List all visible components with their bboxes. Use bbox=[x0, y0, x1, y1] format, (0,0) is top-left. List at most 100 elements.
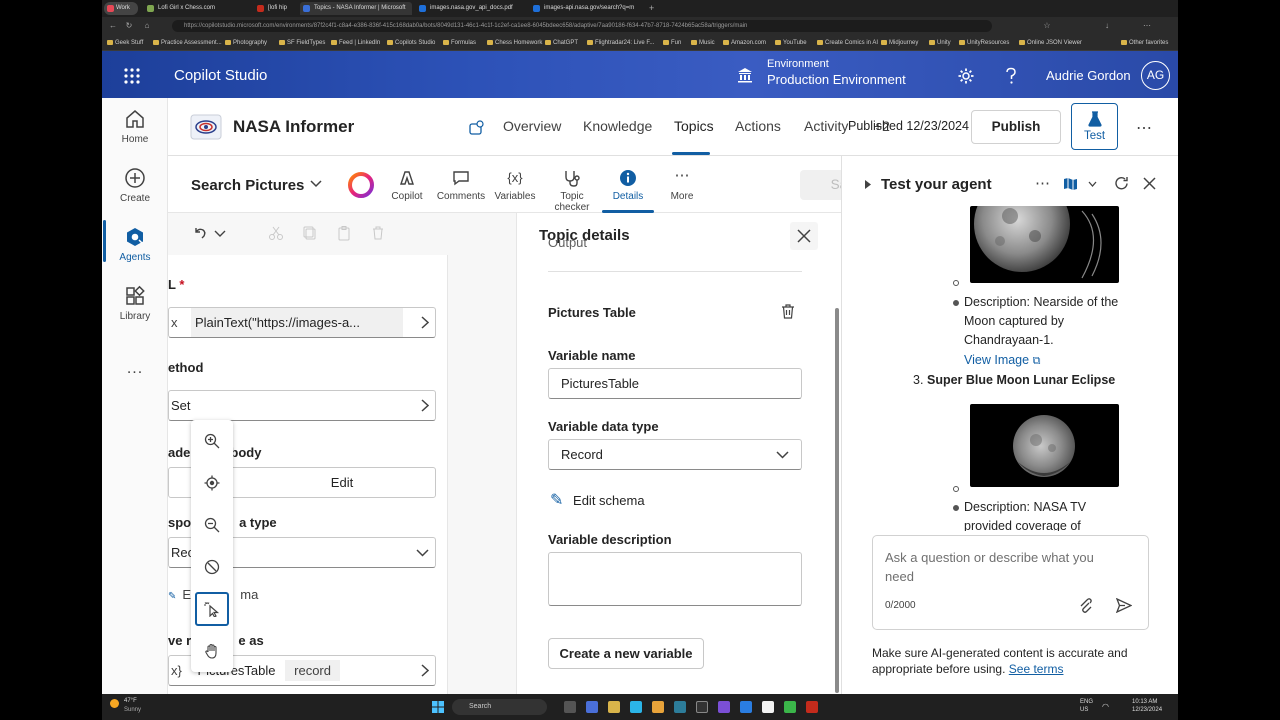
zoom-in-button[interactable] bbox=[195, 424, 229, 458]
more-options-icon[interactable]: ⋯ bbox=[1035, 174, 1050, 192]
variables-button[interactable]: {x} Variables bbox=[487, 168, 543, 202]
topic-checker-button[interactable]: Topic checker bbox=[544, 168, 600, 213]
see-terms-link[interactable]: See terms bbox=[1009, 662, 1064, 676]
chat-transcript[interactable]: Description: Nearside of the Moon captur… bbox=[862, 206, 1172, 531]
bookmark[interactable]: Fun bbox=[662, 38, 681, 48]
rail-item-home[interactable]: Home bbox=[102, 108, 168, 164]
browser-tab-active[interactable]: Topics - NASA Informer | Microsoft bbox=[300, 2, 412, 15]
input-language[interactable]: ENG bbox=[1080, 699, 1093, 705]
windows-start-icon[interactable] bbox=[432, 701, 444, 713]
chevron-down-icon[interactable] bbox=[1088, 181, 1097, 187]
authoring-canvas[interactable]: L * x PlainText("https://images-a... etho… bbox=[168, 213, 516, 694]
edge-icon[interactable] bbox=[630, 701, 642, 713]
variable-type-dropdown[interactable]: Record bbox=[548, 439, 802, 470]
bookmark[interactable]: Flightradar24: Live F... bbox=[586, 38, 654, 48]
refresh-icon[interactable] bbox=[1114, 176, 1129, 191]
chrome-icon[interactable] bbox=[652, 701, 664, 713]
pan-mode-button[interactable] bbox=[195, 634, 229, 668]
app-icon[interactable] bbox=[718, 701, 730, 713]
url-field[interactable]: x PlainText("https://images-a... bbox=[168, 307, 436, 338]
cut-icon[interactable] bbox=[268, 225, 284, 241]
browser-tab[interactable]: images-api.nasa.gov/search?q=m bbox=[530, 2, 642, 15]
url-field[interactable]: https://copilotstudio.microsoft.com/envi… bbox=[172, 20, 992, 32]
bookmark[interactable]: YouTube bbox=[774, 38, 807, 48]
test-button[interactable]: Test bbox=[1071, 103, 1118, 150]
chat-input[interactable]: Ask a question or describe what you need bbox=[885, 548, 1125, 586]
zoom-out-button[interactable] bbox=[195, 508, 229, 542]
browser-tab[interactable]: images.nasa.gov_api_docs.pdf bbox=[416, 2, 528, 15]
app-icon[interactable] bbox=[806, 701, 818, 713]
topic-name[interactable]: Search Pictures bbox=[191, 177, 304, 194]
settings-gear-icon[interactable] bbox=[957, 67, 975, 85]
favorites-icon[interactable]: ☆ bbox=[1042, 21, 1052, 31]
bookmark[interactable]: Create Comics in AI bbox=[816, 38, 878, 48]
environment-name[interactable]: Production Environment bbox=[767, 72, 906, 87]
minimap-toggle-button[interactable] bbox=[195, 550, 229, 584]
rail-item-more[interactable]: ... bbox=[102, 356, 168, 412]
bookmark[interactable]: ChatGPT bbox=[544, 38, 578, 48]
close-icon[interactable] bbox=[1143, 177, 1156, 190]
chat-input-box[interactable]: Ask a question or describe what you need… bbox=[872, 535, 1149, 630]
bookmark[interactable]: Midjourney bbox=[880, 38, 918, 48]
bookmark[interactable]: Unity bbox=[928, 38, 951, 48]
environment-icon[interactable] bbox=[736, 66, 754, 84]
tab-topics[interactable]: Topics bbox=[674, 118, 714, 134]
publish-button[interactable]: Publish bbox=[971, 110, 1061, 144]
chevron-down-icon[interactable] bbox=[214, 230, 226, 238]
map-icon[interactable] bbox=[1063, 177, 1078, 191]
variable-description-input[interactable] bbox=[548, 552, 802, 606]
browser-tab[interactable]: [lofi hip bbox=[254, 2, 294, 15]
app-launcher-icon[interactable] bbox=[124, 68, 140, 84]
tab-activity[interactable]: Activity bbox=[804, 118, 848, 134]
copilot-orb-icon[interactable] bbox=[348, 172, 374, 198]
moon-image-2[interactable] bbox=[970, 404, 1119, 487]
terminal-icon[interactable] bbox=[696, 701, 708, 713]
copilot-button[interactable]: Copilot bbox=[379, 168, 435, 202]
new-tab-button[interactable]: + bbox=[646, 2, 660, 15]
app-icon[interactable] bbox=[674, 701, 686, 713]
send-icon[interactable] bbox=[1116, 598, 1132, 613]
wifi-icon[interactable]: ◠ bbox=[1102, 702, 1109, 711]
weather-temp[interactable]: 47°F bbox=[124, 698, 137, 704]
bookmark[interactable]: Formulas bbox=[442, 38, 476, 48]
bookmark[interactable]: Amazon.com bbox=[722, 38, 766, 48]
panel-scrollbar[interactable] bbox=[835, 308, 839, 693]
recenter-button[interactable] bbox=[195, 466, 229, 500]
comments-button[interactable]: Comments bbox=[433, 168, 489, 202]
tab-overview[interactable]: Overview bbox=[503, 118, 561, 134]
tab-knowledge[interactable]: Knowledge bbox=[583, 118, 652, 134]
bookmark[interactable]: UnityResources bbox=[958, 38, 1009, 48]
moon-image-1[interactable] bbox=[970, 206, 1119, 283]
user-name[interactable]: Audrie Gordon bbox=[1046, 68, 1131, 83]
browser-profile-work[interactable]: Work bbox=[104, 2, 138, 15]
undo-icon[interactable] bbox=[192, 225, 208, 241]
bookmark[interactable]: Chess Homework bbox=[486, 38, 542, 48]
back-icon[interactable]: ← bbox=[108, 21, 118, 31]
agent-name[interactable]: NASA Informer bbox=[233, 117, 354, 137]
bookmark[interactable]: Feed | LinkedIn bbox=[330, 38, 380, 48]
refresh-icon[interactable]: ↻ bbox=[124, 21, 134, 31]
bookmark[interactable]: Photography bbox=[224, 38, 267, 48]
paste-icon[interactable] bbox=[336, 225, 352, 241]
bookmark[interactable]: Online JSON Viewer bbox=[1018, 38, 1082, 48]
app-icon[interactable] bbox=[762, 701, 774, 713]
details-button[interactable]: Details bbox=[600, 168, 656, 202]
vscode-icon[interactable] bbox=[740, 701, 752, 713]
view-image-link[interactable]: View Image ⧉ bbox=[964, 351, 1040, 371]
bookmark[interactable]: Geek Stuff bbox=[106, 38, 143, 48]
downloads-icon[interactable]: ↓ bbox=[1102, 21, 1112, 31]
bookmark[interactable]: Music bbox=[690, 38, 715, 48]
method-field[interactable]: Set bbox=[168, 390, 436, 421]
attach-paperclip-icon[interactable] bbox=[1079, 598, 1092, 614]
delete-icon[interactable] bbox=[781, 304, 795, 319]
rail-item-library[interactable]: Library bbox=[102, 285, 168, 341]
taskbar-search[interactable]: Search bbox=[452, 699, 547, 715]
home-browser-icon[interactable]: ⌂ bbox=[142, 21, 152, 31]
agent-settings-icon[interactable] bbox=[468, 120, 484, 136]
file-explorer-icon[interactable] bbox=[608, 701, 620, 713]
bookmark[interactable]: SF FieldTypes bbox=[278, 38, 325, 48]
tab-actions[interactable]: Actions bbox=[735, 118, 781, 134]
delete-icon[interactable] bbox=[370, 225, 386, 241]
bookmark[interactable]: Practice Assessment... bbox=[152, 38, 222, 48]
more-options-icon[interactable]: ⋯ bbox=[1136, 118, 1152, 138]
